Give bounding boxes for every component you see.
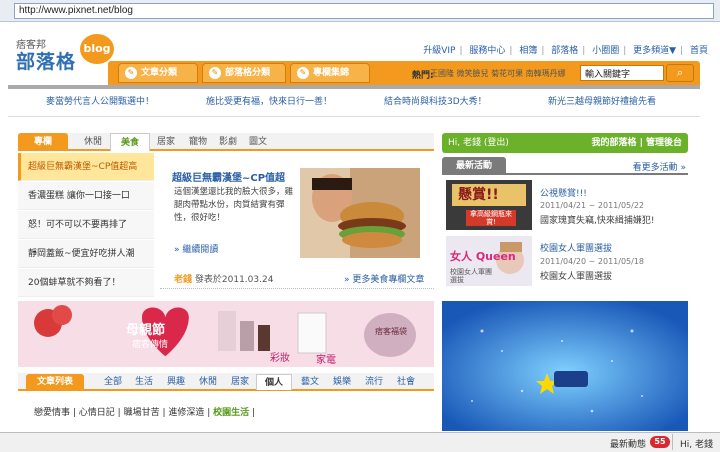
subcategory-links: 戀愛情事 | 心情日記 | 職場甘苦 | 進修深造 | 校園生活 | xyxy=(34,408,256,418)
column-icon: ✎ xyxy=(297,67,309,79)
burger-photo[interactable] xyxy=(300,168,420,258)
tab-leisure[interactable]: 休閒 xyxy=(194,374,222,390)
navtab-column[interactable]: ✎ 專欄集錦 xyxy=(290,63,370,83)
event-image-1[interactable]: 懸賞!! 拿高級鋼瓶來賞! xyxy=(446,180,532,230)
topnav-album[interactable]: 相簿 xyxy=(519,46,537,56)
subtab-diary[interactable]: 心情日記 xyxy=(79,408,115,418)
user-box: Hi, 老錢 (登出) 我的部落格 | 管理後台 xyxy=(442,133,688,153)
tab-society[interactable]: 社會 xyxy=(392,374,420,390)
nav-divider xyxy=(8,85,700,89)
divider xyxy=(8,116,700,117)
tab-personal[interactable]: 個人 xyxy=(256,374,292,390)
banner-tag-makeup: 彩妝 xyxy=(270,353,290,364)
cat-tab-leisure[interactable]: 休閒 xyxy=(76,133,110,151)
banner-tag-luckybag: 痞客福袋 xyxy=(375,327,407,336)
subtab-campus[interactable]: 校園生活 xyxy=(213,408,249,418)
article-date: 發表於2011.03.24 xyxy=(194,275,274,285)
event-image-2[interactable]: 女人 Queen 校園女人軍團選拔 xyxy=(446,236,532,286)
banner-tag-appliance: 家電 xyxy=(316,355,336,366)
blog-icon: ✎ xyxy=(209,67,221,79)
hot-words[interactable]: 王國隆 微笑臉兒 菊花可果 南韓瑪丹娜 xyxy=(430,68,566,79)
list-item[interactable]: 超級巨無霸漢堡~CP值超高 xyxy=(18,153,154,181)
list-item[interactable]: 香濃蛋糕 讓你一口接一口 xyxy=(18,182,154,210)
address-bar[interactable]: http://www.pixnet.net/blog xyxy=(14,3,714,19)
tab-entertainment[interactable]: 娛樂 xyxy=(328,374,356,390)
topnav-service[interactable]: 服務中心 xyxy=(469,46,505,56)
promo-link-1[interactable]: 麥當勞代言人公開甄選中！ xyxy=(46,94,154,107)
news-count-badge[interactable]: 55 xyxy=(650,436,670,448)
topnav-vip[interactable]: 升級VIP xyxy=(423,46,455,56)
event-image-2-caption: 校園女人軍團選拔 xyxy=(450,268,492,284)
list-item[interactable]: 20個蚌草就不夠看了！ xyxy=(18,269,154,297)
tab-home[interactable]: 居家 xyxy=(226,374,254,390)
mothers-day-banner[interactable]: 母親節 痞客傳情 彩妝 家電 痞客福袋 xyxy=(18,301,434,367)
article-title[interactable]: 超級巨無霸漢堡~CP值超 xyxy=(172,169,285,184)
event-desc-1: 國家瑰寶失竊,快來緝捕嫌犯! xyxy=(540,216,655,226)
divider xyxy=(160,288,434,289)
tab-interest[interactable]: 興趣 xyxy=(162,374,190,390)
ad-banner[interactable] xyxy=(442,301,688,431)
cat-tab-home[interactable]: 居家 xyxy=(152,133,180,151)
event-title-2[interactable]: 校園女人軍團選拔 xyxy=(540,241,612,254)
list-item[interactable]: 靜岡蓋飯~便宜好吃拼人潮 xyxy=(18,240,154,268)
event-title-1[interactable]: 公視懸賞!!! xyxy=(540,186,587,199)
events-header: 最新活動 看更多活動 » xyxy=(442,157,688,175)
event-desc-2: 校園女人軍團選拔 xyxy=(540,272,613,282)
topnav-circle[interactable]: 小圈圈 xyxy=(592,46,619,56)
topnav-blog[interactable]: 部落格 xyxy=(551,46,578,56)
statusbar-user[interactable]: Hi, 老錢 xyxy=(680,437,713,450)
events-title: 最新活動 xyxy=(442,157,506,175)
navtab-article-category[interactable]: ✎ 文章分類 xyxy=(118,63,198,83)
more-articles-link[interactable]: » 更多美食專欄文章 xyxy=(344,272,424,285)
cat-tab-column[interactable]: 專欄 xyxy=(18,133,68,151)
user-links[interactable]: 我的部落格 | 管理後台 xyxy=(591,133,682,153)
subtab-workplace[interactable]: 職場甘苦 xyxy=(124,408,160,418)
event-image-2-title: 女人 Queen xyxy=(450,250,516,263)
navtab-blog-category[interactable]: ✎ 部落格分類 xyxy=(202,63,286,83)
event-image-1-caption: 拿高級鋼瓶來賞! xyxy=(470,210,512,226)
tab-life[interactable]: 生活 xyxy=(130,374,158,390)
list-item[interactable]: 怒！可不可以不要再排了 xyxy=(18,211,154,239)
promo-link-3[interactable]: 結合時尚與科技3D大秀！ xyxy=(384,94,487,107)
topnav-home[interactable]: 首頁 xyxy=(690,46,708,56)
browser-toolbar: http://www.pixnet.net/blog xyxy=(0,0,720,22)
banner-title: 母親節 xyxy=(126,323,166,338)
article-icon: ✎ xyxy=(125,67,137,79)
read-more-link[interactable]: » 繼續閱讀 xyxy=(174,242,218,255)
search-input[interactable]: 輸入關鍵字 xyxy=(580,65,664,81)
more-events-link[interactable]: 看更多活動 » xyxy=(633,160,686,173)
user-greeting[interactable]: Hi, 老錢 (登出) xyxy=(448,138,509,148)
tab-article-list[interactable]: 文章列表 xyxy=(26,374,84,390)
search-button[interactable]: ⌕ xyxy=(666,64,694,82)
news-label[interactable]: 最新動態 xyxy=(610,437,646,450)
tab-all[interactable]: 全部 xyxy=(100,374,126,390)
logo-blog-badge: blog xyxy=(80,34,114,64)
subtab-love[interactable]: 戀愛情事 xyxy=(34,408,70,418)
event-date-2: 2011/04/20 ~ 2011/05/18 xyxy=(540,257,645,266)
event-image-1-title: 懸賞!! xyxy=(458,187,499,203)
banner-subtitle: 痞客傳情 xyxy=(132,340,169,350)
event-date-1: 2011/04/21 ~ 2011/05/22 xyxy=(540,201,645,210)
cat-tab-pets[interactable]: 寵物 xyxy=(184,133,212,151)
subtab-study[interactable]: 進修深造 xyxy=(168,408,204,418)
article-byline: 老錢 發表於2011.03.24 xyxy=(174,272,273,285)
tab-fashion[interactable]: 流行 xyxy=(360,374,388,390)
author-link[interactable]: 老錢 xyxy=(174,275,192,285)
promo-link-2[interactable]: 施比受更有福，快來日行一善！ xyxy=(206,94,332,107)
topnav-more[interactable]: 更多頻道▼ xyxy=(633,46,676,56)
divider xyxy=(672,434,673,450)
cat-tab-graphic[interactable]: 圖文 xyxy=(244,133,272,151)
top-nav: 升級VIP | 服務中心 | 相簿 | 部落格 | 小圈圈 | 更多頻道▼ | 首頁 xyxy=(423,46,708,56)
cat-tab-food[interactable]: 美食 xyxy=(110,133,150,151)
search-icon: ⌕ xyxy=(676,66,684,79)
promo-link-4[interactable]: 新光三越母親節好禮搶先看 xyxy=(548,94,656,107)
logo-title[interactable]: 部落格 xyxy=(16,47,76,74)
article-excerpt: 這個漢堡還比我的臉大很多，雞腿肉帶點水份，肉質結實有彈性，很好吃！ xyxy=(174,187,294,223)
tab-arts[interactable]: 藝文 xyxy=(296,374,324,390)
cat-tab-drama[interactable]: 影劇 xyxy=(214,133,242,151)
